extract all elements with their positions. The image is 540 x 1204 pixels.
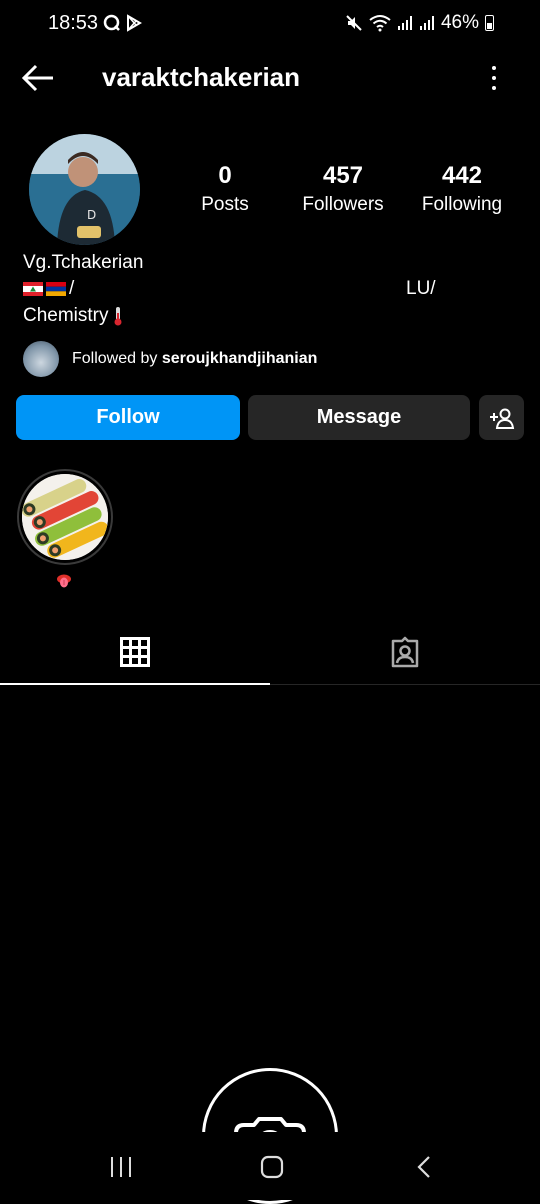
- tab-tagged[interactable]: [270, 620, 540, 683]
- profile-header: varaktchakerian: [0, 52, 540, 104]
- nav-back-icon: [417, 1156, 430, 1178]
- followed-by[interactable]: Followed by seroujkhandjihanian: [23, 341, 317, 377]
- armenia-flag-icon: [46, 282, 66, 296]
- avatar-photo: D: [29, 134, 140, 245]
- nav-home-button[interactable]: [252, 1152, 292, 1182]
- battery-icon: [485, 15, 494, 31]
- status-time: 18:53: [48, 12, 99, 34]
- status-right: 46%: [345, 12, 494, 34]
- nav-back-button[interactable]: [404, 1152, 444, 1182]
- signal-icon: [397, 16, 412, 30]
- more-options-button[interactable]: [480, 64, 508, 92]
- mute-icon: [346, 15, 362, 31]
- posts-label: Posts: [201, 194, 249, 215]
- nav-recents-button[interactable]: [101, 1152, 141, 1182]
- recents-icon: [111, 1157, 131, 1177]
- tab-posts-grid[interactable]: [0, 620, 270, 685]
- message-button[interactable]: Message: [248, 395, 470, 440]
- status-bar: 18:53 46%: [0, 0, 540, 48]
- wifi-icon: [369, 15, 391, 32]
- play-store-icon: [127, 14, 142, 32]
- posts-count: 0: [218, 162, 232, 189]
- tongue-emoji-icon: [57, 574, 71, 588]
- followers-count: 457: [322, 162, 364, 189]
- status-app-icons: [103, 14, 143, 32]
- follower-avatar: [23, 341, 59, 377]
- bio-line-1-right: LU/: [406, 278, 436, 299]
- stat-following[interactable]: 442 Following: [397, 162, 527, 216]
- svg-text:D: D: [87, 208, 96, 222]
- tagged-icon: [391, 636, 419, 667]
- bio-line-1: /: [23, 278, 74, 300]
- more-vertical-icon: [492, 66, 496, 70]
- stat-posts[interactable]: 0 Posts: [160, 162, 290, 216]
- profile-tabs: [0, 620, 540, 685]
- followed-by-text: Followed by seroujkhandjihanian: [72, 350, 317, 368]
- stat-followers[interactable]: 457 Followers: [278, 162, 408, 216]
- highlight-cover: [22, 474, 108, 560]
- add-user-icon: [489, 408, 514, 429]
- sushi-image: [22, 474, 108, 560]
- bio-line-2: Chemistry: [23, 305, 123, 327]
- followed-by-prefix: Followed by: [72, 350, 162, 367]
- page-title: varaktchakerian: [102, 62, 301, 92]
- bio-line-1-text: /: [69, 278, 75, 299]
- following-label: Following: [421, 194, 503, 215]
- home-icon: [260, 1155, 284, 1179]
- back-arrow-icon: [21, 64, 53, 92]
- profile-avatar[interactable]: D: [29, 134, 140, 245]
- following-count: 442: [441, 162, 483, 189]
- grid-icon: [120, 636, 150, 667]
- thermometer-icon: [114, 307, 122, 326]
- add-user-button[interactable]: [479, 395, 524, 440]
- follow-button[interactable]: Follow: [16, 395, 240, 440]
- back-button[interactable]: [20, 62, 60, 94]
- lebanon-flag-icon: [23, 282, 43, 296]
- display-name: Vg.Tchakerian: [23, 252, 144, 273]
- followers-label: Followers: [302, 194, 384, 215]
- battery-percent: 46%: [440, 12, 479, 33]
- bio-line-2-text: Chemistry: [23, 305, 109, 326]
- followed-by-user: seroujkhandjihanian: [161, 350, 318, 367]
- android-nav-bar: [0, 1132, 540, 1200]
- signal-icon: [419, 16, 434, 30]
- q-app-icon: [103, 14, 120, 31]
- story-highlight[interactable]: [17, 469, 113, 565]
